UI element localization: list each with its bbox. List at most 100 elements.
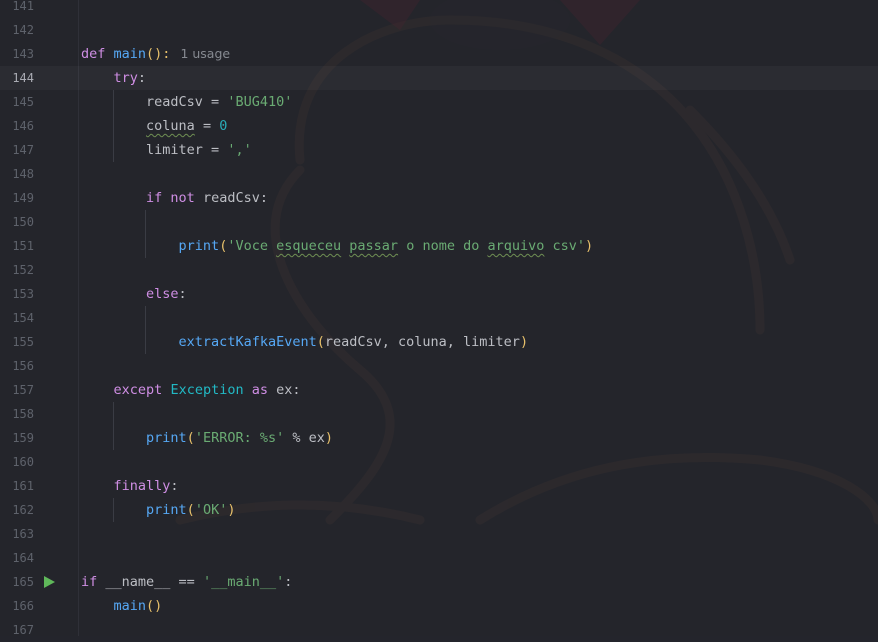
line-number[interactable]: 148 [0,162,34,186]
code-token: o nome do [398,238,488,254]
code-token: readCsv: [194,190,268,206]
code-text[interactable]: else: [81,282,187,306]
line-number[interactable]: 155 [0,330,34,354]
code-text[interactable]: print('Voce esqueceu passar o nome do ar… [81,234,594,258]
code-text[interactable]: coluna = 0 [81,114,227,138]
code-line[interactable]: 159 print('ERROR: %s' % ex) [0,426,878,450]
code-line[interactable]: 154 [0,306,878,330]
indent-guide [113,90,114,162]
line-number[interactable]: 160 [0,450,34,474]
code-line[interactable]: 143 def main(): 1 usage [0,42,878,66]
line-number[interactable]: 154 [0,306,34,330]
line-number[interactable]: 161 [0,474,34,498]
line-number[interactable]: 159 [0,426,34,450]
code-text[interactable]: if not readCsv: [81,186,268,210]
line-number[interactable]: 165 [0,570,34,594]
code-text[interactable]: finally: [81,474,179,498]
line-number[interactable]: 150 [0,210,34,234]
code-text[interactable]: limiter = ',' [81,138,252,162]
code-line[interactable]: 165 if __name__ == '__main__': [0,570,878,594]
line-number[interactable]: 164 [0,546,34,570]
code-line[interactable]: 144 try: [0,66,878,90]
code-token: ) [227,502,236,518]
code-line[interactable]: 142 [0,18,878,42]
code-text[interactable]: if __name__ == '__main__': [81,570,292,594]
code-token: ( [186,430,195,446]
code-line[interactable]: 164 [0,546,878,570]
line-number[interactable]: 157 [0,378,34,402]
line-number[interactable]: 143 [0,42,34,66]
line-number[interactable]: 152 [0,258,34,282]
line-number[interactable]: 145 [0,90,34,114]
indent-guide [113,402,114,450]
line-number[interactable]: 163 [0,522,34,546]
code-token: ( [186,502,195,518]
line-number[interactable]: 147 [0,138,34,162]
code-token: : [170,478,179,494]
code-line[interactable]: 146 coluna = 0 [0,114,878,138]
line-number[interactable]: 144 [0,66,34,90]
code-line[interactable]: 167 [0,618,878,642]
code-token: readCsv, coluna, limiter [324,334,520,350]
code-line[interactable]: 162 print('OK') [0,498,878,522]
code-token: print [146,430,187,446]
line-number[interactable]: 146 [0,114,34,138]
code-token: print [146,502,187,518]
code-text[interactable]: extractKafkaEvent(readCsv, coluna, limit… [81,330,529,354]
code-text[interactable]: def main(): 1 usage [81,42,230,66]
code-token: finally [113,478,171,494]
code-text[interactable]: print('ERROR: %s' % ex) [81,426,333,450]
code-line[interactable]: 155 extractKafkaEvent(readCsv, coluna, l… [0,330,878,354]
code-line[interactable]: 156 [0,354,878,378]
code-token: 0 [219,118,228,134]
code-line[interactable]: 150 [0,210,878,234]
code-line[interactable]: 149 if not readCsv: [0,186,878,210]
line-number[interactable]: 158 [0,402,34,426]
code-token: else [146,286,179,302]
code-token: print [178,238,220,254]
code-token: = [194,118,220,134]
code-text[interactable]: except Exception as ex: [81,378,301,402]
indent-guide [145,210,146,258]
code-line[interactable]: 158 [0,402,878,426]
code-text[interactable]: try: [81,66,147,90]
line-number[interactable]: 156 [0,354,34,378]
usage-hint[interactable]: 1 usage [180,46,230,61]
code-line[interactable]: 160 [0,450,878,474]
line-number[interactable]: 141 [0,0,34,18]
code-token: arquivo [487,238,545,254]
code-line[interactable]: 153 else: [0,282,878,306]
code-text[interactable]: main() [81,594,163,618]
code-line[interactable]: 147 limiter = ',' [0,138,878,162]
code-line[interactable]: 161 finally: [0,474,878,498]
line-number[interactable]: 162 [0,498,34,522]
code-line[interactable]: 157 except Exception as ex: [0,378,878,402]
code-token: ( [316,334,325,350]
line-number[interactable]: 151 [0,234,34,258]
line-number[interactable]: 167 [0,618,34,642]
code-line[interactable]: 163 [0,522,878,546]
code-token: ) [519,334,529,350]
code-line[interactable]: 151 print('Voce esqueceu passar o nome d… [0,234,878,258]
code-text[interactable]: print('OK') [81,498,235,522]
indent-guide [145,306,146,354]
code-token: ) [585,238,594,254]
line-number[interactable]: 153 [0,282,34,306]
code-line[interactable]: 166 main() [0,594,878,618]
code-token: if not [146,190,195,206]
code-token: coluna [146,118,195,134]
code-line[interactable]: 148 [0,162,878,186]
line-number[interactable]: 142 [0,18,34,42]
code-line[interactable]: 152 [0,258,878,282]
line-number[interactable]: 149 [0,186,34,210]
code-line[interactable]: 145 readCsv = 'BUG410' [0,90,878,114]
line-number[interactable]: 166 [0,594,34,618]
code-token: 'Voce [227,238,277,254]
run-icon[interactable] [44,576,55,588]
code-token: ',' [227,142,252,158]
code-editor[interactable]: 141 142 143 def main(): 1 usage 144 try: 145 r… [0,0,878,642]
code-line[interactable]: 141 [0,0,878,18]
